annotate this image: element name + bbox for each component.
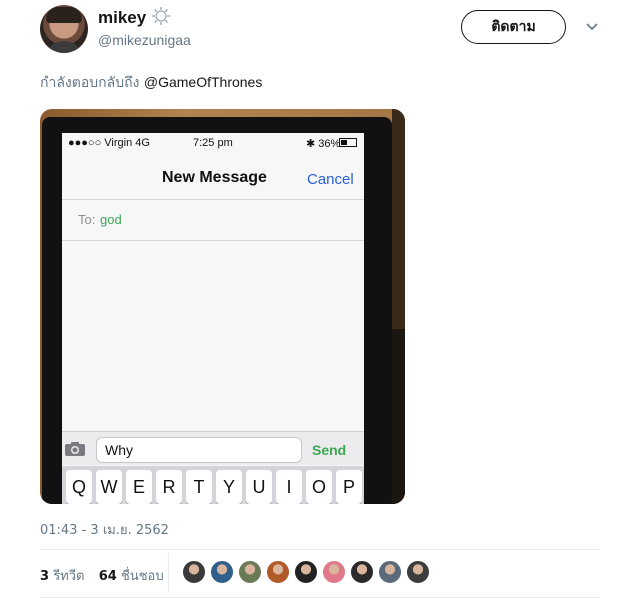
avatar[interactable] xyxy=(40,5,88,53)
user-handle[interactable]: @mikezunigaa xyxy=(98,32,191,48)
key: W xyxy=(96,470,122,504)
liker-avatar[interactable] xyxy=(322,560,346,584)
tweet-photo[interactable]: ●●●○○ Virgin 4G 7:25 pm ✱ 36% New Messag… xyxy=(40,109,405,504)
divider xyxy=(40,597,600,598)
keyboard: Q W E R T Y U I O P xyxy=(62,466,364,504)
cancel-button: Cancel xyxy=(307,171,354,188)
avatar-shirt xyxy=(44,41,84,53)
phone-statusbar: ●●●○○ Virgin 4G 7:25 pm ✱ 36% xyxy=(62,133,364,153)
key: P xyxy=(336,470,362,504)
retweets-stat[interactable]: 3 รีทวีต xyxy=(40,569,84,584)
key: I xyxy=(276,470,302,504)
phone-frame: ●●●○○ Virgin 4G 7:25 pm ✱ 36% New Messag… xyxy=(42,117,392,504)
tweet-stats: 3 รีทวีต 64 ชื่นชอบ xyxy=(40,565,164,586)
replying-to-label: กำลังตอบกลับถึง xyxy=(40,75,140,91)
phone-screen: ●●●○○ Virgin 4G 7:25 pm ✱ 36% New Messag… xyxy=(62,133,364,504)
likes-count: 64 xyxy=(98,569,117,584)
key: E xyxy=(126,470,152,504)
to-label: To: xyxy=(78,212,96,227)
liker-avatar[interactable] xyxy=(406,560,430,584)
recipient-value: god xyxy=(100,212,122,227)
camera-icon xyxy=(65,442,85,456)
liker-avatar[interactable] xyxy=(350,560,374,584)
carrier-text: ●●●○○ Virgin 4G xyxy=(68,137,150,149)
keyboard-row: Q W E R T Y U I O P xyxy=(66,470,362,504)
liker-avatar[interactable] xyxy=(210,560,234,584)
tweet-timestamp[interactable]: 01:43 - 3 เม.ย. 2562 xyxy=(40,519,169,540)
battery-text: ✱ 36% xyxy=(306,138,341,150)
to-field: To: god xyxy=(62,199,364,241)
likes-stat[interactable]: 64 ชื่นชอบ xyxy=(99,569,164,584)
likes-label: ชื่นชอบ xyxy=(121,569,164,584)
liker-avatar[interactable] xyxy=(378,560,402,584)
follow-button[interactable]: ติดตาม xyxy=(461,10,566,44)
key: T xyxy=(186,470,212,504)
liker-avatar[interactable] xyxy=(266,560,290,584)
chevron-down-icon[interactable] xyxy=(585,20,599,34)
key: Q xyxy=(66,470,92,504)
liker-avatar[interactable] xyxy=(294,560,318,584)
phone-time: 7:25 pm xyxy=(193,137,233,149)
key: Y xyxy=(216,470,242,504)
replying-to: กำลังตอบกลับถึง @GameOfThrones xyxy=(40,72,262,94)
avatar-hair xyxy=(46,7,82,23)
send-button: Send xyxy=(312,442,347,458)
compose-bar: Why Send xyxy=(62,431,364,465)
mention-link[interactable]: @GameOfThrones xyxy=(144,74,262,90)
retweets-count: 3 xyxy=(40,569,50,584)
sparkle-badge-icon xyxy=(152,7,170,25)
user-name[interactable]: mikey xyxy=(98,8,146,28)
key: R xyxy=(156,470,182,504)
new-message-title: New Message xyxy=(162,169,267,186)
stats-separator xyxy=(168,553,169,593)
key: U xyxy=(246,470,272,504)
liker-avatars xyxy=(182,560,430,584)
battery-icon xyxy=(339,138,357,147)
liker-avatar[interactable] xyxy=(182,560,206,584)
message-input: Why xyxy=(96,437,302,463)
tweet: mikey @mikezunigaa ติดตาม กำลังตอบกลับถึ… xyxy=(0,0,640,611)
key: O xyxy=(306,470,332,504)
divider xyxy=(40,549,600,550)
retweets-label: รีทวีต xyxy=(53,569,85,584)
liker-avatar[interactable] xyxy=(238,560,262,584)
